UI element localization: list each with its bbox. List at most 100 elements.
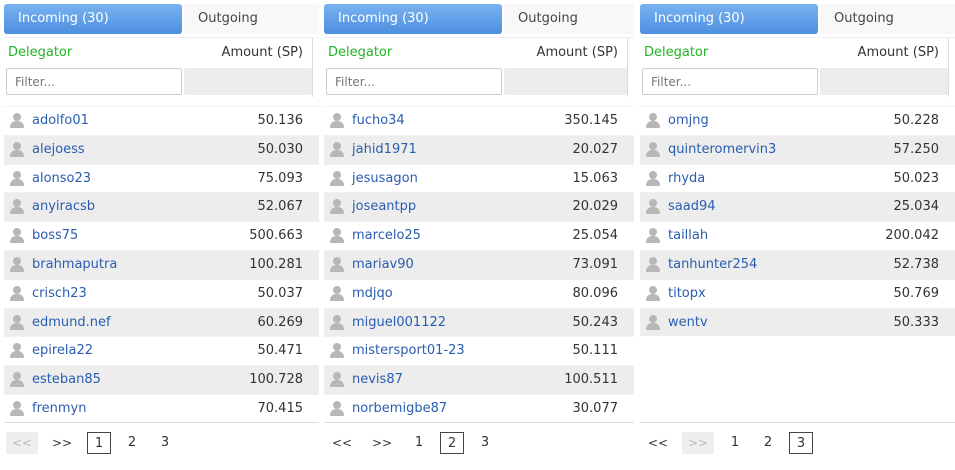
next-page-button[interactable]: >> [46,432,78,454]
user-icon [646,256,660,272]
tab-incoming[interactable]: Incoming (30) [324,4,502,34]
delegator-link[interactable]: miguel001122 [352,315,446,330]
delegator-link[interactable]: joseantpp [352,199,416,214]
page-button-1[interactable]: 1 [723,432,747,454]
delegator-link[interactable]: jahid1971 [352,142,417,157]
delegator-link[interactable]: mariav90 [352,257,414,272]
table-row: rhyda 50.023 [640,163,955,193]
table-row: taillah 200.042 [640,221,955,250]
amount-value: 500.663 [249,228,303,244]
user-icon [10,199,24,215]
delegator-link[interactable]: edmund.nef [32,315,111,330]
table-row: joseantpp 20.029 [324,192,634,222]
delegator-link[interactable]: brahmaputra [32,257,117,272]
amount-value: 350.145 [564,113,618,128]
user-icon [10,343,24,359]
delegator-link[interactable]: mistersport01-23 [352,343,465,358]
column-header-delegator[interactable]: Delegator [644,45,708,60]
table-header: Delegator Amount (SP) [640,37,955,68]
user-icon [10,400,24,416]
delegator-link[interactable]: adolfo01 [32,113,89,128]
amount-value: 50.030 [257,141,304,157]
amount-value: 50.111 [572,343,619,359]
pagination: << >> 1 2 3 [324,430,634,458]
table-footer-divider [640,422,955,423]
tab-incoming[interactable]: Incoming (30) [640,4,818,34]
column-header-delegator[interactable]: Delegator [328,45,392,60]
table-footer-divider [324,422,634,423]
amount-value: 20.029 [572,199,619,215]
table-row: quinteromervin3 57.250 [640,134,955,164]
delegator-link[interactable]: mdjqo [352,286,393,301]
column-header-amount[interactable]: Amount (SP) [858,45,939,60]
filter-input[interactable] [326,68,502,95]
delegator-link[interactable]: saad94 [668,199,716,214]
tab-outgoing[interactable]: Outgoing [820,4,955,34]
delegator-link[interactable]: alonso23 [32,171,91,186]
next-page-button: >> [682,432,714,454]
delegator-link[interactable]: epirela22 [32,343,93,358]
column-header-delegator[interactable]: Delegator [8,45,72,60]
user-icon [10,285,24,301]
page-button-2[interactable]: 2 [120,432,144,454]
delegator-link[interactable]: frenmyn [32,401,86,416]
page-button-2[interactable]: 2 [756,432,780,454]
delegator-link[interactable]: quinteromervin3 [668,142,776,157]
delegator-link[interactable]: alejoess [32,142,85,157]
amount-value: 57.250 [893,141,940,157]
table-row: esteban85 100.728 [4,365,319,394]
filter-input[interactable] [642,68,818,95]
page-button-3[interactable]: 3 [153,432,177,454]
delegator-link[interactable]: anyiracsb [32,199,95,214]
tab-outgoing[interactable]: Outgoing [504,4,634,34]
table-row: edmund.nef 60.269 [4,307,319,337]
delegator-link[interactable]: esteban85 [32,372,101,387]
amount-value: 73.091 [572,256,619,272]
delegator-link[interactable]: taillah [668,228,708,243]
delegator-link[interactable]: boss75 [32,228,78,243]
tab-outgoing[interactable]: Outgoing [184,4,319,34]
table-row: fucho34 350.145 [324,106,634,135]
page-button-3[interactable]: 3 [789,432,813,454]
column-header-amount[interactable]: Amount (SP) [537,45,618,60]
table-row: boss75 500.663 [4,221,319,250]
user-icon [646,113,660,128]
next-page-button[interactable]: >> [366,432,398,454]
table-row: frenmyn 70.415 [4,393,319,423]
delegator-link[interactable]: rhyda [668,171,705,186]
column-header-amount[interactable]: Amount (SP) [222,45,303,60]
delegator-link[interactable]: marcelo25 [352,228,421,243]
user-icon [330,228,344,244]
delegator-link[interactable]: norbemigbe87 [352,401,447,416]
delegator-link[interactable]: tanhunter254 [668,257,757,272]
delegator-link[interactable]: fucho34 [352,113,405,128]
delegator-link[interactable]: crisch23 [32,286,87,301]
delegator-link[interactable]: omjng [668,113,709,128]
amount-value: 50.471 [257,343,304,359]
page-button-1[interactable]: 1 [87,432,111,454]
delegator-link[interactable]: titopx [668,286,706,301]
page-button-2[interactable]: 2 [440,432,464,454]
table-row: mistersport01-23 50.111 [324,336,634,365]
amount-value: 50.023 [893,170,940,186]
prev-page-button[interactable]: << [642,432,674,454]
tab-incoming[interactable]: Incoming (30) [4,4,182,34]
delegator-link[interactable]: wentv [668,315,708,330]
table-row: adolfo01 50.136 [4,106,319,135]
column-divider [312,38,313,68]
prev-page-button[interactable]: << [326,432,358,454]
user-icon [646,285,660,301]
page-button-3[interactable]: 3 [473,432,497,454]
delegator-link[interactable]: jesusagon [352,171,418,186]
filter-input[interactable] [6,68,182,95]
user-icon [646,228,660,244]
user-icon [10,372,24,388]
filter-row [640,67,955,97]
delegator-link[interactable]: nevis87 [352,372,403,387]
user-icon [330,285,344,301]
table-row: titopx 50.769 [640,278,955,308]
page-button-1[interactable]: 1 [407,432,431,454]
table-row: jesusagon 15.063 [324,163,634,193]
column-divider [627,67,628,97]
amount-value: 30.077 [572,400,619,416]
